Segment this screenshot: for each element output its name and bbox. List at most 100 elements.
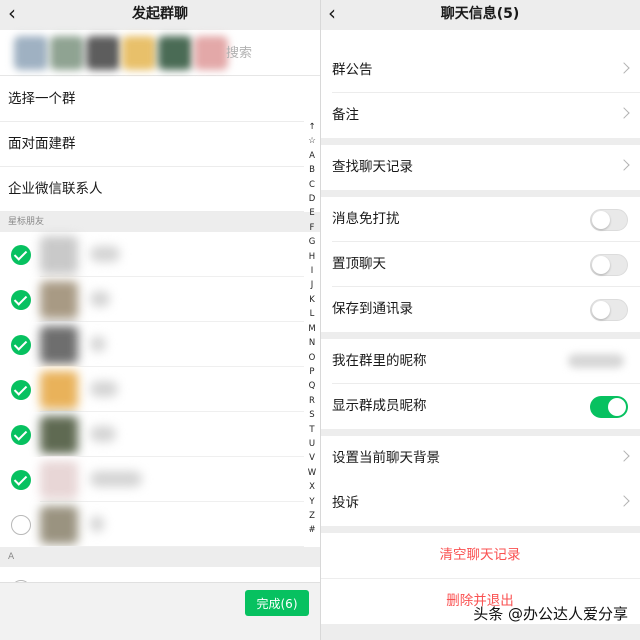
index-letter[interactable]: L — [304, 307, 320, 321]
check-circle-icon[interactable] — [11, 470, 31, 490]
index-letter[interactable]: U — [304, 437, 320, 451]
index-letter[interactable]: M — [304, 322, 320, 336]
wework-contacts-option[interactable]: 企业微信联系人 — [0, 167, 304, 212]
selected-avatar[interactable] — [194, 36, 228, 70]
index-letter[interactable]: S — [304, 408, 320, 422]
select-group-option[interactable]: 选择一个群 — [0, 77, 304, 122]
starred-friends-header: 星标朋友 — [0, 212, 320, 232]
check-circle-icon[interactable] — [11, 425, 31, 445]
index-letter[interactable]: ↑ — [304, 120, 320, 134]
index-letter[interactable]: G — [304, 235, 320, 249]
avatar — [40, 371, 78, 409]
index-letter[interactable]: A — [304, 149, 320, 163]
contact-row[interactable] — [0, 367, 304, 412]
search-chat-history-row[interactable]: 查找聊天记录 — [320, 145, 640, 190]
index-letter[interactable]: I — [304, 264, 320, 278]
index-letter[interactable]: C — [304, 178, 320, 192]
save-to-contacts-row: 保存到通讯录 — [320, 287, 640, 332]
contact-name — [90, 426, 116, 442]
chat-background-row[interactable]: 设置当前聊天背景 — [320, 436, 640, 481]
selected-avatar[interactable] — [86, 36, 120, 70]
avatar — [40, 281, 78, 319]
index-letter[interactable]: N — [304, 336, 320, 350]
index-letter[interactable]: E — [304, 206, 320, 220]
mute-notifications-row: 消息免打扰 — [320, 197, 640, 242]
row-label: 置顶聊天 — [332, 256, 386, 272]
index-letter[interactable]: Y — [304, 495, 320, 509]
contact-row[interactable] — [0, 502, 304, 547]
page-title: 聊天信息(5) — [440, 6, 520, 22]
index-letter[interactable]: R — [304, 394, 320, 408]
contact-name — [90, 516, 104, 532]
contact-row[interactable] — [0, 457, 304, 502]
index-letter[interactable]: H — [304, 250, 320, 264]
index-letter[interactable]: X — [304, 480, 320, 494]
save-contacts-toggle[interactable] — [590, 299, 628, 321]
contact-row[interactable] — [0, 412, 304, 457]
selected-avatar[interactable] — [14, 36, 48, 70]
clipped-row — [320, 30, 640, 48]
remark-row[interactable]: 备注 — [320, 93, 640, 138]
clear-chat-history-button[interactable]: 清空聊天记录 — [320, 533, 640, 578]
check-circle-icon[interactable] — [11, 290, 31, 310]
index-letter[interactable]: D — [304, 192, 320, 206]
title-bar: ‹ 发起群聊 — [0, 0, 320, 30]
section-a-header: A — [0, 547, 320, 567]
check-circle-icon[interactable] — [11, 335, 31, 355]
mute-toggle[interactable] — [590, 209, 628, 231]
back-icon[interactable]: ‹ — [8, 1, 16, 25]
contact-row[interactable] — [0, 322, 304, 367]
face-to-face-group-option[interactable]: 面对面建群 — [0, 122, 304, 167]
chat-info-panel: ‹ 聊天信息(5) 群公告 备注 查找聊天记录 消息免打扰 置顶聊天 保存到通讯… — [320, 0, 640, 640]
pin-chat-row: 置顶聊天 — [320, 242, 640, 287]
index-letter[interactable]: W — [304, 466, 320, 480]
index-letter[interactable]: J — [304, 278, 320, 292]
row-label: 显示群成员昵称 — [332, 398, 427, 414]
search-input[interactable] — [226, 42, 306, 64]
done-button[interactable]: 完成(6) — [245, 590, 309, 616]
contact-name — [90, 246, 120, 262]
index-letter[interactable]: B — [304, 163, 320, 177]
check-circle-icon[interactable] — [11, 245, 31, 265]
index-letter[interactable]: ☆ — [304, 134, 320, 148]
row-label: 备注 — [332, 107, 359, 123]
avatar — [40, 461, 78, 499]
avatar — [40, 506, 78, 544]
report-row[interactable]: 投诉 — [320, 481, 640, 526]
index-letter[interactable]: Q — [304, 379, 320, 393]
index-letter[interactable]: K — [304, 293, 320, 307]
alphabet-index-bar[interactable]: ↑ ☆ A B C D E F G H I J K L M N O P Q R S T U V W X Y Z # — [304, 120, 320, 538]
index-letter[interactable]: Z — [304, 509, 320, 523]
selected-avatar[interactable] — [122, 36, 156, 70]
row-label: 投诉 — [332, 495, 359, 511]
row-label: 保存到通讯录 — [332, 301, 413, 317]
selected-avatar[interactable] — [158, 36, 192, 70]
contact-name — [90, 381, 118, 397]
avatar — [40, 416, 78, 454]
index-letter[interactable]: # — [304, 523, 320, 537]
nickname-value — [568, 354, 624, 368]
index-letter[interactable]: P — [304, 365, 320, 379]
index-letter[interactable]: F — [304, 221, 320, 235]
selected-avatar[interactable] — [50, 36, 84, 70]
check-circle-icon[interactable] — [11, 380, 31, 400]
chevron-right-icon — [618, 62, 630, 74]
avatar — [40, 326, 78, 364]
index-letter[interactable]: V — [304, 451, 320, 465]
contact-row[interactable] — [0, 277, 304, 322]
back-icon[interactable]: ‹ — [328, 1, 336, 25]
pin-toggle[interactable] — [590, 254, 628, 276]
chevron-right-icon — [618, 159, 630, 171]
contact-row[interactable] — [0, 232, 304, 277]
unchecked-circle-icon[interactable] — [11, 515, 31, 535]
index-letter[interactable]: T — [304, 423, 320, 437]
my-group-nickname-row[interactable]: 我在群里的昵称 — [320, 339, 640, 384]
group-announcement-row[interactable]: 群公告 — [320, 48, 640, 93]
show-member-nicknames-row: 显示群成员昵称 — [320, 384, 640, 429]
avatar — [40, 236, 78, 274]
index-letter[interactable]: O — [304, 351, 320, 365]
title-bar: ‹ 聊天信息(5) — [320, 0, 640, 30]
contact-name — [90, 291, 110, 307]
watermark: 头条 @办公达人爱分享 — [473, 605, 628, 623]
show-nicknames-toggle[interactable] — [590, 396, 628, 418]
